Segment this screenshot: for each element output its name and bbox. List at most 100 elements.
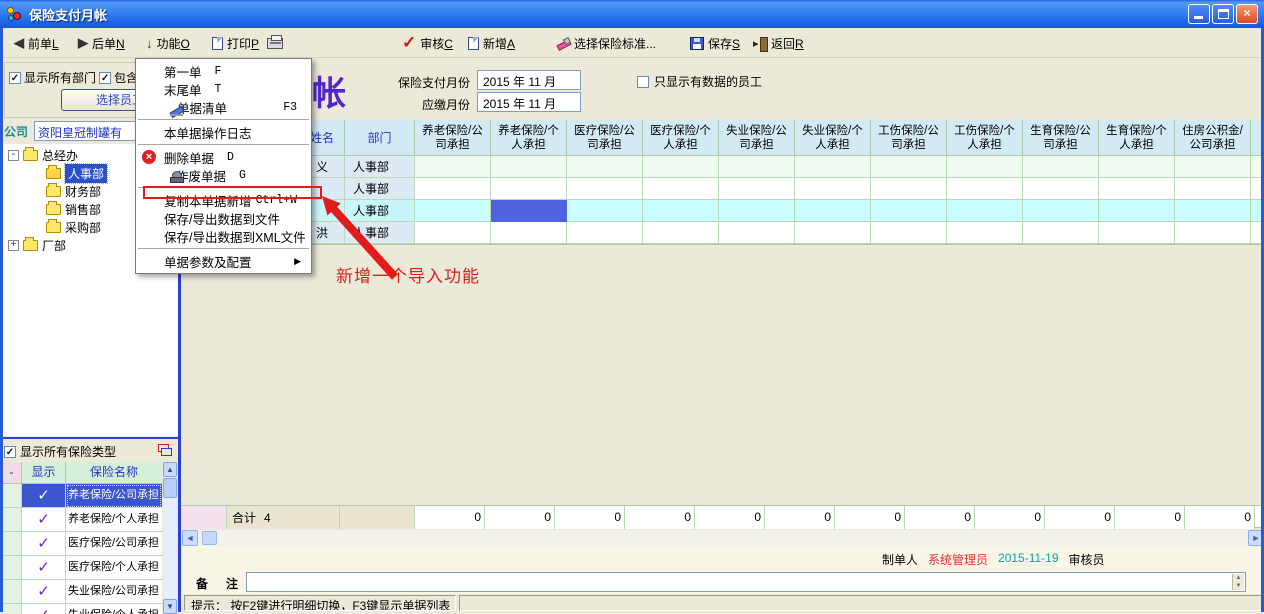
due-month-input[interactable]: 2015 年 11 月: [477, 92, 581, 112]
save-button[interactable]: 保存S: [687, 31, 743, 55]
total-value-cell: 0: [905, 506, 975, 529]
auditor-label: 审核员: [1069, 551, 1105, 568]
insurance-column-header[interactable]: 养老保险/个人承担: [491, 120, 567, 156]
close-button[interactable]: ×: [1236, 4, 1258, 24]
insurance-row[interactable]: ✓ 失业保险/公司承担: [2, 580, 162, 604]
scrollbar-thumb[interactable]: [163, 478, 177, 498]
check-icon[interactable]: ✓: [22, 556, 66, 580]
vertical-scrollbar[interactable]: ▲ ▼: [163, 462, 177, 614]
tree-node-label: 采购部: [65, 219, 101, 236]
insurance-column-header[interactable]: 住房公积金/公司承担: [1175, 120, 1251, 156]
prev-doc-button[interactable]: ◀ 前单L: [11, 31, 62, 55]
selected-cell[interactable]: [491, 200, 567, 222]
add-button[interactable]: 新增A: [465, 31, 518, 55]
insurance-column-header[interactable]: 生育保险/公司承担: [1023, 120, 1099, 156]
show-column-header[interactable]: 显示: [22, 462, 66, 484]
functions-menu-button[interactable]: ↓ 功能O: [143, 31, 193, 55]
insurance-grid-header: - 显示 保险名称: [2, 462, 162, 484]
check-icon[interactable]: ✓: [22, 484, 66, 508]
menu-item-operation-log[interactable]: 本单据操作日志: [136, 123, 311, 141]
insurance-row[interactable]: ✓ 养老保险/个人承担: [2, 508, 162, 532]
insurance-column-header[interactable]: 生育保险/个人承担: [1099, 120, 1175, 156]
back-button[interactable]: 返回R: [751, 31, 807, 55]
menu-item-doc-list[interactable]: 单据清单F3: [136, 98, 311, 116]
check-icon[interactable]: ✓: [22, 532, 66, 556]
row-indicator: [2, 532, 22, 556]
menu-item-last-doc[interactable]: 末尾单T: [136, 80, 311, 98]
row-indicator: [2, 580, 22, 604]
horizontal-scrollbar[interactable]: ◄ ►: [182, 530, 1264, 546]
maker-label: 制单人: [882, 551, 918, 568]
check-icon[interactable]: ✓: [22, 604, 66, 614]
insurance-column-header[interactable]: 医疗保险/公司承担: [567, 120, 643, 156]
insurance-column-header[interactable]: 失业保险/个人承担: [795, 120, 871, 156]
insurance-column-header[interactable]: 失业保险/公司承担: [719, 120, 795, 156]
submenu-arrow-icon: ▶: [294, 256, 301, 267]
minimize-button[interactable]: [1188, 4, 1210, 24]
audit-check-icon: ✓: [402, 36, 416, 50]
check-icon[interactable]: ✓: [22, 508, 66, 532]
check-icon[interactable]: ✓: [22, 580, 66, 604]
employee-row[interactable]: 义 人事部: [182, 156, 1264, 178]
show-all-depts-checkbox[interactable]: ✓: [9, 72, 21, 84]
scroll-left-button[interactable]: ◄: [182, 530, 198, 546]
value-cells[interactable]: [415, 178, 1264, 200]
next-doc-button[interactable]: ▶ 后单N: [75, 31, 128, 55]
include-checkbox[interactable]: ✓: [99, 72, 111, 84]
insurance-name[interactable]: 失业保险/公司承担: [66, 580, 162, 604]
swap-panel-icon[interactable]: [158, 444, 172, 456]
tree-expand-icon[interactable]: +: [8, 240, 19, 251]
menu-item-export-file[interactable]: 保存/导出数据到文件: [136, 209, 311, 227]
corner-header[interactable]: -: [2, 462, 22, 484]
total-value-cell: 0: [415, 506, 485, 529]
row-indicator: [2, 508, 22, 532]
value-cells[interactable]: [415, 222, 1264, 244]
insurance-row[interactable]: ✓ 失业保险/个人承担: [2, 604, 162, 614]
tree-expand-icon[interactable]: -: [8, 150, 19, 161]
insurance-row[interactable]: ✓ 医疗保险/公司承担: [2, 532, 162, 556]
menu-item-export-xml[interactable]: 保存/导出数据到XML文件: [136, 227, 311, 245]
only-with-data-checkbox[interactable]: [637, 76, 649, 88]
maximize-button[interactable]: [1212, 4, 1234, 24]
remark-input[interactable]: ▲▼: [246, 572, 1246, 592]
printer-icon: [267, 38, 283, 49]
insurance-column-header[interactable]: 工伤保险/公司承担: [871, 120, 947, 156]
folder-icon: [46, 222, 61, 233]
doc-date: 2015-11-19: [998, 551, 1059, 568]
remark-spinner[interactable]: ▲▼: [1232, 574, 1244, 590]
status-panel-2: [459, 595, 1262, 611]
add-icon: [468, 37, 479, 50]
menu-item-doc-params[interactable]: 单据参数及配置▶: [136, 252, 311, 270]
maximize-icon: [1218, 9, 1229, 19]
insurance-column-header[interactable]: 工伤保险/个人承担: [947, 120, 1023, 156]
insurance-column-header[interactable]: 医疗保险/个人承担: [643, 120, 719, 156]
audit-button[interactable]: ✓ 审核C: [399, 31, 456, 55]
dept-column-header[interactable]: 部门: [345, 120, 415, 156]
value-cells[interactable]: [415, 156, 1264, 178]
show-all-insurance-checkbox[interactable]: ✓: [4, 446, 16, 458]
scrollbar-thumb[interactable]: [202, 531, 217, 545]
scroll-up-button[interactable]: ▲: [163, 462, 177, 477]
insurance-row[interactable]: ✓ 养老保险/公司承担: [2, 484, 162, 508]
insurance-column-header[interactable]: 养老保险/公司承担: [415, 120, 491, 156]
status-hint: 提示： 按F2键进行明细切换，F3键显示单据列表: [184, 595, 456, 611]
insurance-name[interactable]: 医疗保险/个人承担: [66, 556, 162, 580]
menu-item-void-doc[interactable]: 作废单据G: [136, 166, 311, 184]
select-standard-button[interactable]: 选择保险标准...: [553, 31, 659, 55]
menu-separator: [138, 119, 309, 120]
menu-item-delete-doc[interactable]: × 删除单据D: [136, 148, 311, 166]
total-value-cell: 0: [975, 506, 1045, 529]
menu-item-first-doc[interactable]: 第一单F: [136, 62, 311, 80]
insurance-row[interactable]: ✓ 医疗保险/个人承担: [2, 556, 162, 580]
insurance-name[interactable]: 养老保险/个人承担: [66, 508, 162, 532]
name-column-header[interactable]: 保险名称: [66, 462, 162, 484]
pay-month-input[interactable]: 2015 年 11 月: [477, 70, 581, 90]
insurance-name[interactable]: 养老保险/公司承担: [66, 484, 162, 508]
insurance-name[interactable]: 医疗保险/公司承担: [66, 532, 162, 556]
insurance-name[interactable]: 失业保险/个人承担: [66, 604, 162, 614]
void-stamp-icon: [170, 171, 182, 183]
total-value-cell: 0: [485, 506, 555, 529]
functions-dropdown-menu: 第一单F 末尾单T 单据清单F3 本单据操作日志 × 删除单据D 作废单据G 复…: [135, 58, 312, 274]
dept-cell[interactable]: 人事部: [345, 156, 415, 178]
print-button[interactable]: 打印P: [209, 31, 286, 55]
